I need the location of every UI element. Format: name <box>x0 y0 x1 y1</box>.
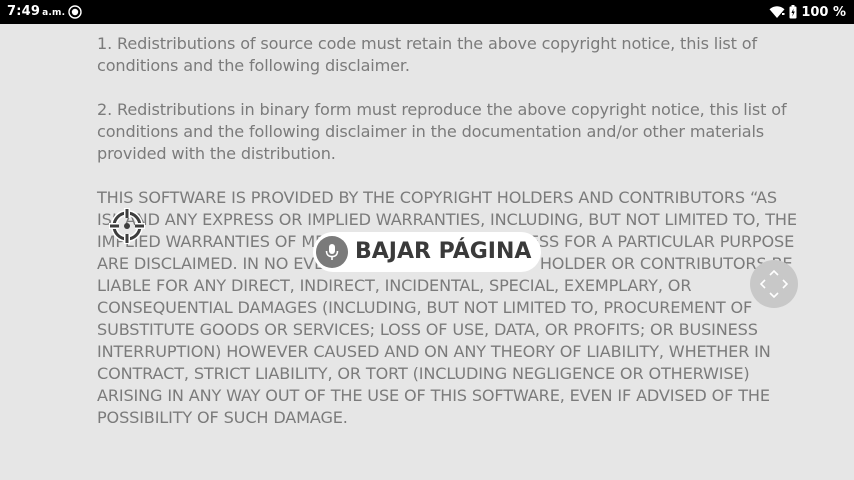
license-paragraph-3: THIS SOFTWARE IS PROVIDED BY THE COPYRIG… <box>97 188 797 427</box>
microphone-icon <box>325 244 339 260</box>
status-time-value: 7:49 <box>7 4 41 19</box>
battery-icon <box>789 5 797 19</box>
license-paragraph-2: 2. Redistributions in binary form must r… <box>97 100 787 163</box>
directional-pad-icon <box>759 269 789 299</box>
battery-percent: 100 % <box>801 4 846 20</box>
voice-command-pill[interactable]: BAJAR PÁGINA <box>313 232 541 272</box>
license-paragraph-1: 1. Redistributions of source code must r… <box>97 34 757 75</box>
wifi-icon <box>769 5 785 18</box>
status-ampm: a.m. <box>42 8 66 18</box>
microphone-button[interactable] <box>316 236 348 268</box>
crosshair-icon[interactable] <box>108 207 146 245</box>
recording-icon <box>68 5 82 19</box>
status-right-group: 100 % <box>769 4 846 20</box>
directional-pad[interactable] <box>750 260 798 308</box>
status-bar: 7:49 a.m. 100 % <box>0 0 854 24</box>
voice-command-label: BAJAR PÁGINA <box>355 239 532 264</box>
status-time: 7:49 a.m. <box>7 4 65 19</box>
